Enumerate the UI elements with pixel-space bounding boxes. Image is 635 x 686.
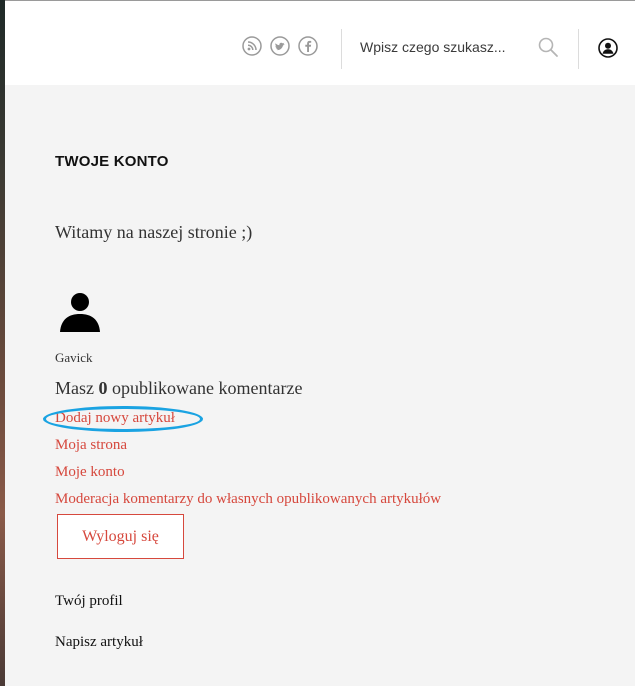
my-page-link[interactable]: Moja strona: [55, 437, 127, 454]
comments-count-text: Masz 0 opublikowane komentarze: [55, 378, 302, 399]
header-divider: [341, 29, 342, 69]
twitter-link[interactable]: [270, 36, 290, 56]
username: Gavick: [55, 350, 93, 365]
logout-button[interactable]: Wyloguj się: [57, 514, 184, 559]
comments-suffix: opublikowane komentarze: [107, 378, 303, 398]
my-account-link[interactable]: Moje konto: [55, 464, 125, 481]
profile-link[interactable]: Twój profil: [55, 593, 123, 610]
page-title: TWOJE KONTO: [55, 153, 169, 170]
user-account-button[interactable]: [598, 38, 618, 58]
write-article-link[interactable]: Napisz artykuł: [55, 634, 143, 651]
search-button[interactable]: [537, 36, 559, 58]
rss-link[interactable]: [242, 36, 262, 56]
site-header: [5, 1, 635, 85]
twitter-icon: [270, 36, 290, 56]
rss-icon: [242, 36, 262, 56]
comment-moderation-link[interactable]: Moderacja komentarzy do własnych opublik…: [55, 491, 441, 508]
comments-count: 0: [98, 378, 108, 398]
facebook-icon: [298, 36, 318, 56]
comments-prefix: Masz: [55, 378, 99, 398]
add-article-link[interactable]: Dodaj nowy artykuł: [55, 410, 175, 427]
facebook-link[interactable]: [298, 36, 318, 56]
search-input[interactable]: [360, 35, 530, 59]
left-edge-strip: [0, 0, 5, 686]
search-icon: [538, 37, 558, 57]
header-divider: [578, 29, 579, 69]
user-icon: [598, 38, 618, 58]
welcome-message: Witamy na naszej stronie ;): [55, 222, 253, 242]
avatar-icon: [60, 293, 100, 332]
